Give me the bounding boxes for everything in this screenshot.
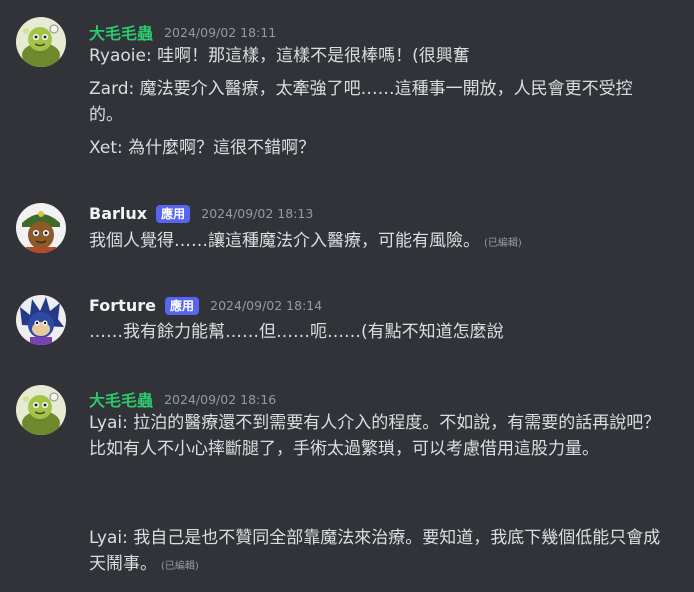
message-text: Ryaoie: 哇啊！那這樣，這樣不是很棒嗎！(很興奮: [89, 46, 470, 66]
username[interactable]: 大毛毛蟲: [89, 24, 153, 43]
message-line: 我個人覺得……讓這種魔法介入醫療，可能有風險。: [89, 231, 480, 251]
timestamp: 2024/09/02 18:16: [164, 391, 277, 407]
message-header: 大毛毛蟲 2024/09/02 18:16: [89, 387, 277, 410]
app-tag: 應用: [156, 204, 191, 223]
message-header: Forture 應用 2024/09/02 18:14: [89, 295, 322, 317]
message-text: Lyai: 我自己是也不贊同全部靠魔法來治療。要知道，我底下幾個低能只會成天鬧事…: [89, 525, 664, 580]
message-text: ……我有餘力能幫……但……呃……(有點不知道怎麼說: [89, 322, 504, 342]
green-creature-avatar-icon[interactable]: [16, 17, 66, 67]
message-text: Zard: 魔法要介入醫療，太牽強了吧……這種事一開放，人民會更不受控的。: [89, 79, 633, 125]
timestamp: 2024/09/02 18:13: [201, 206, 314, 221]
green-creature-avatar-icon[interactable]: [16, 385, 66, 435]
message-header: Barlux 應用 2024/09/02 18:13: [89, 203, 313, 225]
edited-marker: (已編輯): [484, 238, 522, 249]
username[interactable]: Forture: [89, 296, 156, 315]
blue-hedgehog-avatar-icon[interactable]: [16, 295, 66, 345]
username[interactable]: Barlux: [89, 204, 147, 223]
message-text: Xet: 為什麼啊？這很不錯啊？: [89, 138, 316, 158]
message-header: 大毛毛蟲 2024/09/02 18:11: [89, 20, 277, 43]
message-text: 我個人覺得……讓這種魔法介入醫療，可能有風險。 (已編輯): [89, 228, 664, 257]
username[interactable]: 大毛毛蟲: [89, 391, 153, 410]
chat-message-list: 大毛毛蟲 2024/09/02 18:11 Ryaoie: 哇啊！那這樣，這樣不…: [0, 0, 694, 592]
timestamp: 2024/09/02 18:11: [164, 24, 277, 40]
app-tag: 應用: [165, 296, 200, 315]
edited-marker: (已編輯): [161, 561, 199, 572]
timestamp: 2024/09/02 18:14: [210, 298, 323, 313]
soldier-character-avatar-icon[interactable]: [16, 203, 66, 253]
message-text: Lyai: 拉泊的醫療還不到需要有人介入的程度。不如說，有需要的話再說吧？ 比如…: [89, 413, 661, 459]
